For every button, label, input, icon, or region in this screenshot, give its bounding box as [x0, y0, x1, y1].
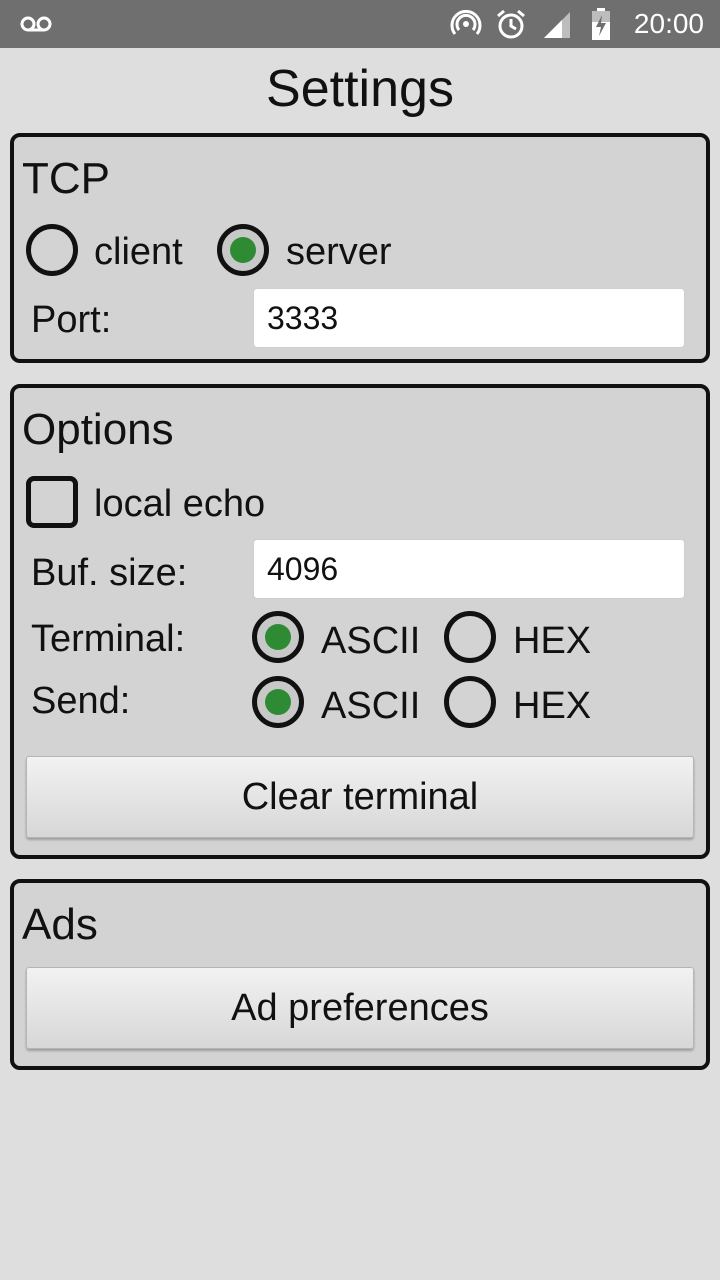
options-panel: Options local echo Buf. size: 4096 Termi… [10, 384, 710, 859]
send-label: Send: [31, 680, 131, 722]
page-title: Settings [266, 60, 454, 118]
terminal-hex-label[interactable]: HEX [513, 619, 591, 663]
client-radio-label[interactable]: client [94, 230, 183, 274]
port-label: Port: [31, 299, 112, 341]
alarm-icon [497, 9, 525, 39]
signal-icon [544, 12, 570, 38]
local-echo-label[interactable]: local echo [94, 482, 265, 526]
client-radio[interactable] [26, 224, 78, 276]
ads-panel-title: Ads [22, 900, 98, 949]
battery-charging-icon [592, 8, 610, 40]
port-input[interactable]: 3333 [253, 288, 685, 348]
options-panel-title: Options [22, 405, 174, 454]
clear-terminal-button[interactable]: Clear terminal [26, 756, 694, 838]
send-hex-radio[interactable] [444, 676, 496, 728]
terminal-ascii-radio[interactable] [252, 611, 304, 663]
voicemail-icon [20, 16, 52, 32]
local-echo-checkbox[interactable] [26, 476, 78, 528]
hotspot-icon [450, 9, 482, 35]
terminal-ascii-label[interactable]: ASCII [321, 619, 420, 663]
server-radio-label[interactable]: server [286, 230, 392, 274]
terminal-label: Terminal: [31, 618, 186, 660]
tcp-panel-title: TCP [22, 154, 110, 203]
send-ascii-radio[interactable] [252, 676, 304, 728]
buf-size-label: Buf. size: [31, 552, 188, 594]
ads-panel: Ads Ad preferences [10, 879, 710, 1070]
send-ascii-label[interactable]: ASCII [321, 684, 420, 728]
server-radio[interactable] [217, 224, 269, 276]
status-time: 20:00 [633, 8, 704, 39]
tcp-panel: TCP client server Port: 3333 [10, 133, 710, 363]
terminal-hex-radio[interactable] [444, 611, 496, 663]
ad-preferences-button[interactable]: Ad preferences [26, 967, 694, 1049]
send-hex-label[interactable]: HEX [513, 684, 591, 728]
buf-size-input[interactable]: 4096 [253, 539, 685, 599]
status-bar: 20:00 [0, 0, 720, 48]
